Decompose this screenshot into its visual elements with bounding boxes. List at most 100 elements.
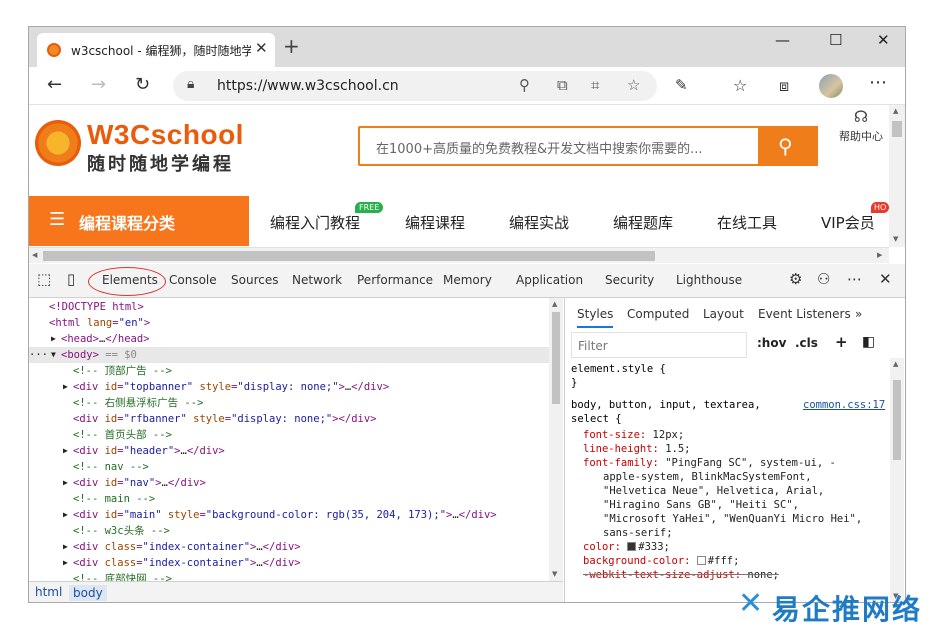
page-vertical-scrollbar[interactable]: ▲ ▼	[889, 105, 905, 247]
menu-item-tools[interactable]: 在线工具	[717, 212, 777, 233]
tab-styles[interactable]: Styles	[577, 307, 614, 328]
expand-arrow-icon[interactable]: ▶	[63, 379, 68, 395]
node-actions-icon[interactable]: ···	[29, 347, 48, 363]
open-app-icon[interactable]: ⧉	[557, 76, 568, 94]
css-property-value[interactable]: sans-serif;	[603, 527, 673, 539]
new-rule-button[interactable]: +	[835, 333, 848, 351]
rule-selector[interactable]: body, button, input, textarea,	[571, 398, 761, 412]
rule-selector-cont[interactable]: select {	[571, 412, 622, 426]
css-property-value[interactable]: apple-system, BlinkMacSystemFont,	[603, 471, 812, 483]
more-tabs-icon[interactable]: »	[855, 307, 862, 321]
tab-lighthouse[interactable]: Lighthouse	[676, 273, 742, 287]
expand-arrow-icon[interactable]: ▶	[51, 331, 56, 347]
crumb-body[interactable]: body	[69, 585, 107, 601]
scrollbar-thumb[interactable]	[893, 380, 901, 460]
toggle-sidebar-icon[interactable]: ◧	[862, 334, 875, 350]
css-property-value[interactable]: "Microsoft YaHei", "WenQuanYi Micro Hei"…	[603, 513, 862, 525]
css-property-name[interactable]: font-size:	[583, 429, 653, 441]
css-property-value[interactable]: 12px;	[653, 429, 685, 441]
css-property[interactable]: "Microsoft YaHei", "WenQuanYi Micro Hei"…	[603, 512, 862, 526]
expand-arrow-icon[interactable]: ▶	[63, 443, 68, 459]
close-window-button[interactable]: ✕	[877, 31, 890, 49]
expand-arrow-icon[interactable]: ▶	[63, 555, 68, 571]
zoom-icon[interactable]: ⚲	[519, 76, 530, 94]
settings-gear-icon[interactable]: ⚙	[789, 270, 802, 288]
close-tab-icon[interactable]: ✕	[255, 39, 268, 57]
css-property-name[interactable]: color:	[583, 541, 627, 553]
browser-tab[interactable]: w3cschool - 编程狮，随时随地学 ✕	[37, 33, 275, 67]
css-property-name[interactable]: -webkit-text-size-adjust:	[583, 569, 747, 581]
css-property-value[interactable]: "Helvetica Neue", Helvetica, Arial,	[603, 485, 824, 497]
inspect-element-icon[interactable]: ⬚	[37, 270, 51, 288]
search-button[interactable]: ⚲	[758, 126, 818, 166]
css-property[interactable]: background-color: #fff;	[583, 554, 739, 568]
menu-item-courses[interactable]: 编程课程	[405, 212, 465, 233]
crumb-html[interactable]: html	[35, 585, 62, 599]
css-property-value[interactable]: "Hiragino Sans GB", "Heiti SC",	[603, 499, 799, 511]
css-property-name[interactable]: background-color:	[583, 555, 697, 567]
maximize-button[interactable]: ☐	[829, 31, 842, 49]
site-search-box[interactable]: 在1000+高质量的免费教程&开发文档中搜索你需要的... ⚲	[358, 126, 818, 166]
styles-vertical-scrollbar[interactable]: ▲ ▼	[890, 358, 904, 602]
css-property[interactable]: "Helvetica Neue", Helvetica, Arial,	[603, 484, 824, 498]
color-swatch-icon[interactable]	[627, 542, 637, 551]
scroll-down-icon[interactable]: ▼	[893, 235, 898, 243]
tab-sources[interactable]: Sources	[231, 273, 278, 287]
scrollbar-thumb[interactable]	[892, 121, 902, 137]
profile-avatar[interactable]	[819, 74, 843, 98]
css-property[interactable]: font-family: "PingFang SC", system-ui, -	[583, 456, 836, 470]
new-tab-button[interactable]: +	[283, 34, 300, 58]
scroll-up-icon[interactable]: ▲	[893, 107, 898, 115]
scroll-down-icon[interactable]: ▼	[552, 570, 557, 578]
back-icon[interactable]: ←	[47, 74, 62, 95]
css-property[interactable]: sans-serif;	[603, 526, 673, 540]
page-horizontal-scrollbar[interactable]: ◀ ▶	[29, 247, 889, 263]
more-menu-icon[interactable]: ⋯	[869, 72, 887, 93]
collections-icon[interactable]: ⧈	[779, 76, 789, 96]
menu-item-vip[interactable]: VIP会员	[821, 212, 875, 233]
css-property[interactable]: color: #333;	[583, 540, 670, 554]
forward-icon[interactable]: →	[91, 74, 106, 95]
css-property[interactable]: "Hiragino Sans GB", "Heiti SC",	[603, 498, 799, 512]
scroll-up-icon[interactable]: ▲	[893, 360, 898, 368]
css-property[interactable]: font-size: 12px;	[583, 428, 684, 442]
tab-memory[interactable]: Memory	[443, 273, 492, 287]
expand-arrow-icon[interactable]: ▶	[63, 475, 68, 491]
menu-item-intro[interactable]: 编程入门教程	[270, 212, 360, 233]
favorite-star-icon[interactable]: ☆	[627, 76, 640, 94]
rule-source-link[interactable]: common.css:17	[803, 398, 885, 412]
read-aloud-icon[interactable]: ✎	[675, 76, 688, 94]
color-swatch-icon[interactable]	[696, 556, 706, 565]
css-property-value[interactable]: "PingFang SC", system-ui, -	[665, 457, 836, 469]
tab-layout[interactable]: Layout	[703, 307, 744, 321]
styles-filter-input[interactable]: Filter	[571, 332, 747, 358]
scroll-left-icon[interactable]: ◀	[32, 251, 37, 259]
w3cschool-logo-icon[interactable]	[35, 120, 81, 166]
address-bar[interactable]: 🔒︎ https://www.w3cschool.cn ⚲ ⧉ ⌗ ☆	[173, 71, 657, 101]
element-style-rule[interactable]: element.style {	[571, 362, 666, 376]
css-property[interactable]: -webkit-text-size-adjust: none;	[583, 568, 779, 582]
tab-network[interactable]: Network	[292, 273, 342, 287]
tab-application[interactable]: Application	[516, 273, 583, 287]
minimize-button[interactable]: —	[775, 31, 790, 49]
tab-performance[interactable]: Performance	[357, 273, 433, 287]
css-property-name[interactable]: font-family:	[583, 457, 665, 469]
scroll-up-icon[interactable]: ▲	[552, 300, 557, 308]
menu-item-practice[interactable]: 编程实战	[509, 212, 569, 233]
help-center-link[interactable]: ☊ 帮助中心	[831, 107, 889, 144]
class-toggle[interactable]: .cls	[795, 336, 818, 350]
tab-console[interactable]: Console	[169, 273, 217, 287]
tab-security[interactable]: Security	[605, 273, 654, 287]
more-options-icon[interactable]: ⋯	[847, 270, 862, 288]
feedback-icon[interactable]: ⚇	[817, 270, 830, 288]
tab-event-listeners[interactable]: Event Listeners	[758, 307, 851, 321]
css-property-value[interactable]: #333;	[638, 541, 670, 553]
menu-item-exercises[interactable]: 编程题库	[613, 212, 673, 233]
expand-arrow-icon[interactable]: ▶	[63, 539, 68, 555]
tab-computed[interactable]: Computed	[627, 307, 689, 321]
expand-arrow-icon[interactable]: ▶	[63, 507, 68, 523]
tab-elements[interactable]: Elements	[102, 273, 158, 287]
scrollbar-thumb[interactable]	[552, 312, 560, 404]
css-property-value[interactable]: 1.5;	[665, 443, 690, 455]
course-category-button[interactable]: ☰ 编程课程分类	[29, 196, 249, 246]
